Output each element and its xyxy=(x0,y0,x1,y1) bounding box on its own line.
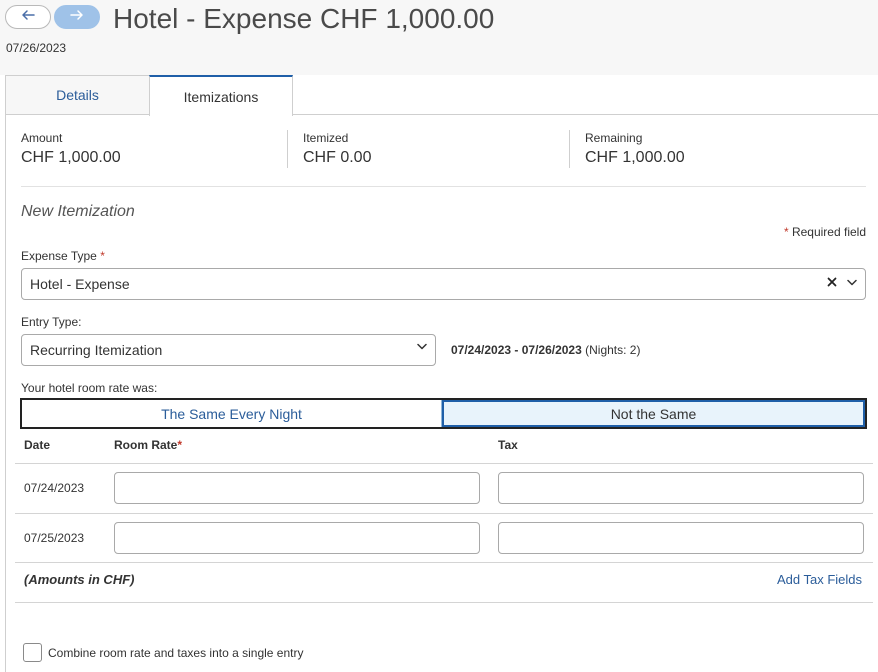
section-divider xyxy=(21,186,866,187)
summary-amount: Amount CHF 1,000.00 xyxy=(21,131,121,167)
itemized-label: Itemized xyxy=(303,131,349,145)
required-marker: * xyxy=(783,225,789,239)
tax-input[interactable] xyxy=(498,522,864,554)
tab-bar: Details Itemizations xyxy=(5,75,878,116)
not-the-same-option[interactable]: Not the Same xyxy=(442,400,865,427)
tab-itemizations[interactable]: Itemizations xyxy=(149,75,293,116)
row-divider xyxy=(15,513,873,514)
row-divider xyxy=(15,463,873,464)
expense-type-value: Hotel - Expense xyxy=(30,276,130,292)
amount-label: Amount xyxy=(21,131,63,145)
column-header-date: Date xyxy=(24,438,51,452)
room-rate-header-text: Room Rate xyxy=(114,438,178,452)
expense-type-label: Expense Type * xyxy=(21,249,105,263)
clear-icon[interactable] xyxy=(827,277,837,287)
amount-value: CHF 1,000.00 xyxy=(21,149,121,166)
combine-checkbox[interactable] xyxy=(23,643,42,662)
summary-divider xyxy=(287,130,288,168)
room-rate-question: Your hotel room rate was: xyxy=(21,381,158,395)
same-every-night-option[interactable]: The Same Every Night xyxy=(22,400,442,427)
arrow-right-icon xyxy=(69,8,85,26)
remaining-value: CHF 1,000.00 xyxy=(585,149,685,166)
room-rate-input[interactable] xyxy=(114,522,480,554)
date-range: 07/24/2023 - 07/26/2023 (Nights: 2) xyxy=(451,343,640,357)
panel-border xyxy=(5,115,6,672)
itemized-value: CHF 0.00 xyxy=(303,149,372,166)
remaining-label: Remaining xyxy=(585,131,643,145)
row-date: 07/25/2023 xyxy=(24,531,85,545)
required-note-text: Required field xyxy=(791,225,866,239)
date-range-value: 07/24/2023 - 07/26/2023 xyxy=(451,343,582,357)
back-button[interactable] xyxy=(5,5,51,29)
required-note: * Required field xyxy=(784,225,866,239)
expense-date: 07/26/2023 xyxy=(6,41,67,55)
column-header-room-rate: Room Rate* xyxy=(114,438,182,452)
tab-details[interactable]: Details xyxy=(5,75,150,115)
section-title: New Itemization xyxy=(21,203,135,220)
required-marker: * xyxy=(177,438,183,452)
entry-type-select[interactable]: Recurring Itemization xyxy=(21,334,436,366)
arrow-left-icon xyxy=(20,8,36,26)
tab-divider xyxy=(293,114,878,115)
nights-count: (Nights: 2) xyxy=(585,343,641,357)
column-header-tax: Tax xyxy=(498,438,518,452)
room-rate-toggle: The Same Every Night Not the Same xyxy=(20,398,867,429)
expense-type-select[interactable]: Hotel - Expense xyxy=(21,268,866,300)
forward-button[interactable] xyxy=(54,5,100,29)
summary-itemized: Itemized CHF 0.00 xyxy=(303,131,371,167)
chevron-down-icon[interactable] xyxy=(847,279,857,286)
chevron-down-icon xyxy=(417,343,427,350)
tax-input[interactable] xyxy=(498,472,864,504)
amounts-currency-note: (Amounts in CHF) xyxy=(24,572,135,587)
page-title: Hotel - Expense CHF 1,000.00 xyxy=(113,3,495,34)
add-tax-fields-link[interactable]: Add Tax Fields xyxy=(777,572,862,587)
combine-checkbox-label[interactable]: Combine room rate and taxes into a singl… xyxy=(48,646,303,660)
entry-type-value: Recurring Itemization xyxy=(30,342,163,358)
summary-remaining: Remaining CHF 1,000.00 xyxy=(585,131,685,167)
row-date: 07/24/2023 xyxy=(24,481,85,495)
entry-type-label: Entry Type: xyxy=(21,315,82,329)
expense-type-label-text: Expense Type xyxy=(21,249,97,263)
required-marker: * xyxy=(100,249,105,263)
row-divider xyxy=(15,562,873,563)
row-divider xyxy=(15,602,873,603)
summary-divider xyxy=(569,130,570,168)
room-rate-input[interactable] xyxy=(114,472,480,504)
